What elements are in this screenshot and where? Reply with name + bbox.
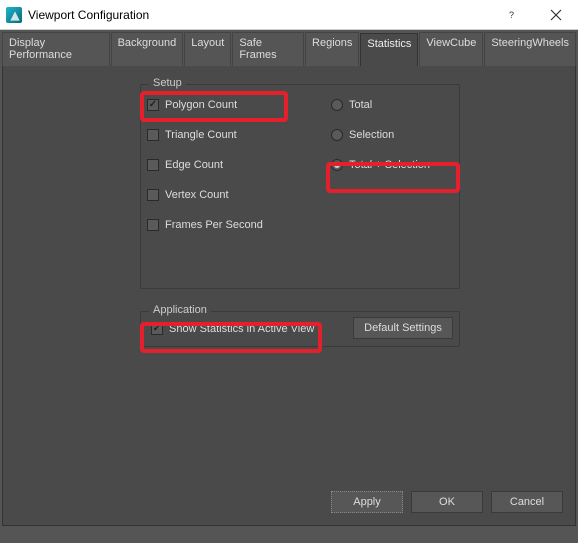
total-selection-radio[interactable] (331, 159, 343, 171)
application-legend: Application (149, 304, 211, 316)
show-statistics-label: Show Statistics in Active View (169, 323, 314, 335)
app-icon (6, 7, 22, 23)
close-button[interactable] (534, 0, 578, 29)
svg-text:?: ? (509, 10, 514, 20)
vertex-count-checkbox[interactable] (147, 189, 159, 201)
fps-checkbox[interactable] (147, 219, 159, 231)
tab-layout[interactable]: Layout (184, 32, 231, 66)
tab-display-performance[interactable]: Display Performance (2, 32, 110, 66)
triangle-count-label: Triangle Count (165, 129, 237, 141)
triangle-count-checkbox[interactable] (147, 129, 159, 141)
polygon-count-checkbox[interactable] (147, 99, 159, 111)
tab-safe-frames[interactable]: Safe Frames (232, 32, 304, 66)
total-radio[interactable] (331, 99, 343, 111)
polygon-count-label: Polygon Count (165, 99, 237, 111)
total-selection-label: Total + Selection (349, 159, 430, 171)
cancel-button[interactable]: Cancel (491, 491, 563, 513)
setup-group: Setup Polygon Count Triangle Count Edge … (140, 84, 460, 289)
total-label: Total (349, 99, 372, 111)
edge-count-checkbox[interactable] (147, 159, 159, 171)
vertex-count-label: Vertex Count (165, 189, 229, 201)
tab-strip: Display Performance Background Layout Sa… (0, 30, 578, 66)
tab-regions[interactable]: Regions (305, 32, 359, 66)
footer-buttons: Apply OK Cancel (331, 491, 563, 513)
default-settings-button[interactable]: Default Settings (353, 317, 453, 339)
help-button[interactable]: ? (490, 0, 534, 29)
dialog-window: Viewport Configuration ? Display Perform… (0, 0, 578, 543)
show-statistics-checkbox[interactable] (151, 323, 163, 335)
tab-content: Setup Polygon Count Triangle Count Edge … (2, 66, 576, 526)
tab-background[interactable]: Background (111, 32, 184, 66)
titlebar: Viewport Configuration ? (0, 0, 578, 30)
setup-legend: Setup (149, 77, 186, 89)
tab-statistics[interactable]: Statistics (360, 33, 418, 67)
tab-viewcube[interactable]: ViewCube (419, 32, 483, 66)
tab-steeringwheels[interactable]: SteeringWheels (484, 32, 576, 66)
edge-count-label: Edge Count (165, 159, 223, 171)
selection-radio[interactable] (331, 129, 343, 141)
fps-label: Frames Per Second (165, 219, 263, 231)
window-title: Viewport Configuration (28, 8, 490, 22)
apply-button[interactable]: Apply (331, 491, 403, 513)
ok-button[interactable]: OK (411, 491, 483, 513)
selection-label: Selection (349, 129, 394, 141)
